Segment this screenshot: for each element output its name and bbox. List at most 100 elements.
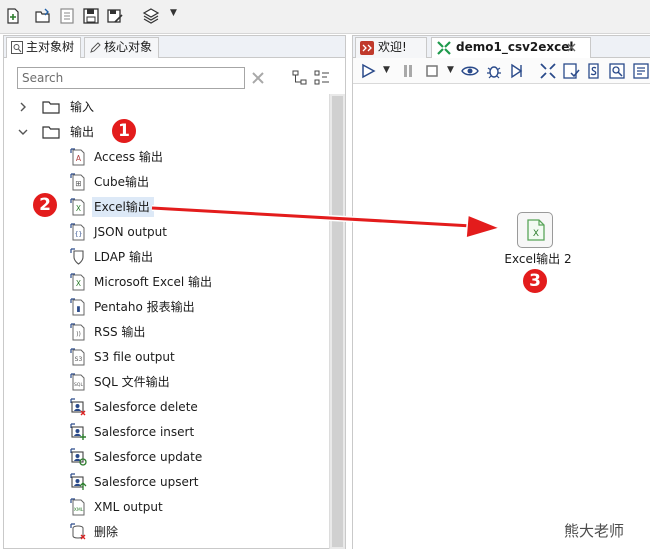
search-box[interactable]: [17, 67, 245, 89]
transformation-canvas[interactable]: X Excel输出 2: [353, 85, 650, 549]
canvas-step-excel-output[interactable]: X: [517, 212, 553, 248]
tree-item-label: Cube输出: [94, 175, 149, 189]
tree-scrollbar[interactable]: [329, 94, 345, 549]
annotation-badge: 2: [30, 190, 60, 220]
sql-icon: SQL: [70, 373, 85, 391]
svg-text:{}: {}: [75, 231, 83, 238]
salesforce-insert-icon: [70, 423, 86, 440]
more-tools-icon[interactable]: [632, 62, 650, 80]
tree-item[interactable]: X Microsoft Excel 输出: [4, 271, 328, 293]
tab-label: 主对象树: [26, 40, 75, 54]
sql-script-icon[interactable]: [585, 62, 603, 80]
chevron-down-icon[interactable]: [18, 127, 28, 137]
tree-item[interactable]: Salesforce upsert: [4, 471, 328, 493]
layers-dropdown-icon[interactable]: ▼: [170, 8, 177, 18]
salesforce-upsert-icon: [70, 473, 87, 490]
xml-icon: XML: [70, 498, 85, 516]
cube-icon: ⊞: [70, 173, 85, 191]
save-as-icon[interactable]: [106, 7, 124, 25]
run-dropdown-icon[interactable]: ▼: [383, 65, 390, 75]
clear-search-icon[interactable]: [250, 70, 266, 86]
svg-text:⊞: ⊞: [75, 179, 81, 188]
tree-folder-label: 输出: [70, 125, 95, 139]
svg-text:A: A: [76, 154, 82, 163]
tree-item-label: 删除: [94, 525, 119, 539]
new-file-icon[interactable]: [4, 7, 22, 25]
collapse-all-icon[interactable]: [314, 70, 330, 86]
tab-core-objects[interactable]: 核心对象: [84, 37, 160, 58]
tree-item[interactable]: XML XML output: [4, 496, 328, 518]
folder-icon: [42, 101, 60, 114]
canvas-step-label: Excel输出 2: [504, 252, 572, 266]
tree-folder-input[interactable]: 输入: [4, 96, 328, 118]
tree-item[interactable]: Salesforce insert: [4, 421, 328, 443]
tree-item[interactable]: Salesforce update: [4, 446, 328, 468]
left-tab-bar: 主对象树 核心对象: [4, 36, 345, 58]
excel-icon: X: [527, 219, 545, 241]
rss-icon: )): [70, 323, 85, 341]
tab-label: 核心对象: [104, 40, 153, 54]
replay-icon[interactable]: [508, 62, 526, 80]
run-icon[interactable]: [359, 62, 377, 80]
tree-item-label: Access 输出: [94, 150, 163, 164]
pause-icon[interactable]: [399, 62, 417, 80]
json-icon: {}: [70, 223, 85, 241]
main-toolbar: ▼: [0, 0, 650, 34]
tree-item[interactable]: ⊞ Cube输出: [4, 171, 328, 193]
tree-item[interactable]: A Access 输出: [4, 146, 328, 168]
scrollbar-thumb[interactable]: [332, 96, 343, 547]
explore-repository-icon[interactable]: [58, 7, 76, 25]
debug-bug-icon[interactable]: [485, 62, 503, 80]
impact-analysis-icon[interactable]: [562, 62, 580, 80]
svg-text:▮: ▮: [76, 304, 80, 313]
tree-item[interactable]: S3 S3 file output: [4, 346, 328, 368]
tree-item[interactable]: Salesforce delete: [4, 396, 328, 418]
transformation-icon: [437, 41, 451, 55]
close-icon[interactable]: [566, 42, 577, 53]
pencil-icon: [90, 42, 101, 53]
tree-item[interactable]: SQL SQL 文件输出: [4, 371, 328, 393]
svg-text:X: X: [76, 279, 81, 288]
layers-icon[interactable]: [142, 7, 160, 25]
tree-object-icon: [11, 41, 23, 54]
stop-dropdown-icon[interactable]: ▼: [447, 65, 454, 75]
svg-text:)): )): [76, 331, 81, 338]
tree-item-label: Excel输出: [94, 200, 150, 214]
watermark: 熊大老师: [564, 522, 625, 540]
tree-item-label: Salesforce delete: [94, 400, 198, 414]
tree-item[interactable]: 删除: [4, 521, 328, 543]
excel-icon: X: [70, 198, 85, 216]
ldap-shield-icon: [70, 248, 84, 265]
tree-item[interactable]: ▮ Pentaho 报表输出: [4, 296, 328, 318]
svg-text:S3: S3: [75, 356, 83, 363]
stop-icon[interactable]: [423, 62, 441, 80]
tree-item[interactable]: {} JSON output: [4, 221, 328, 243]
save-icon[interactable]: [82, 7, 100, 25]
salesforce-delete-icon: [70, 398, 86, 416]
tab-label: 欢迎!: [378, 40, 407, 54]
access-icon: A: [70, 148, 85, 166]
tab-demo-transformation[interactable]: demo1_csv2excel: [431, 37, 591, 58]
open-folder-icon[interactable]: [34, 7, 52, 25]
chevron-right-icon[interactable]: [18, 102, 28, 112]
tree-item[interactable]: )) RSS 输出: [4, 321, 328, 343]
verify-icon[interactable]: [539, 62, 557, 80]
canvas-toolbar: ▼ ▼: [353, 58, 650, 84]
tree-folder-output[interactable]: 输出: [4, 121, 328, 143]
excel-icon: X: [70, 273, 85, 291]
transformation-editor: 欢迎! demo1_csv2excel ▼ ▼ X Excel输出 2: [352, 35, 650, 549]
preview-eye-icon[interactable]: [461, 62, 479, 80]
tree-folder-label: 输入: [70, 100, 95, 114]
tree-item-label: LDAP 输出: [94, 250, 153, 264]
tab-welcome[interactable]: 欢迎!: [355, 37, 427, 58]
report-chart-icon: ▮: [70, 298, 85, 316]
exploration-icon[interactable]: [608, 62, 626, 80]
annotation-badge: 3: [520, 266, 550, 296]
tree-item[interactable]: LDAP 输出: [4, 246, 328, 268]
editor-tab-bar: 欢迎! demo1_csv2excel: [353, 36, 650, 58]
expand-all-icon[interactable]: [292, 70, 308, 86]
kettle-logo-icon: [360, 41, 374, 55]
search-input[interactable]: [18, 68, 244, 88]
tab-main-object-tree[interactable]: 主对象树: [6, 37, 82, 58]
tree-item-label: XML output: [94, 500, 163, 514]
